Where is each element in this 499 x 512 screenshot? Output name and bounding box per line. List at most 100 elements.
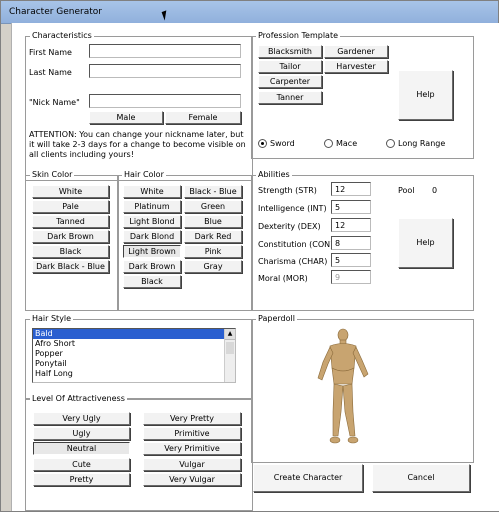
character-paperdoll-figure <box>317 328 369 444</box>
hair-white-button[interactable]: White <box>123 185 181 198</box>
hair-blue-button[interactable]: Blue <box>184 215 242 228</box>
character-generator-window: Character Generator Characteristics Firs… <box>0 0 499 512</box>
cancel-button[interactable]: Cancel <box>372 464 470 492</box>
dialog-content: Characteristics First Name Last Name "Ni… <box>11 23 499 511</box>
list-item[interactable]: Half Long <box>33 369 235 379</box>
window-title: Character Generator <box>9 7 102 17</box>
hair-style-legend: Hair Style <box>30 314 74 323</box>
skin-color-group: Skin Color White Pale Tanned Dark Brown … <box>25 170 119 311</box>
hair-light-brown-button[interactable]: Light Brown <box>123 245 181 258</box>
male-button[interactable]: Male <box>89 111 163 124</box>
hair-style-group: Hair Style Bald Afro Short Popper Ponyta… <box>25 314 253 399</box>
stat-con-label: Constitution (CON) <box>258 240 334 249</box>
profession-tanner-button[interactable]: Tanner <box>258 91 322 104</box>
weapon-long-range-radio[interactable]: Long Range <box>386 139 445 148</box>
stat-char-field[interactable] <box>331 253 371 267</box>
paperdoll-legend: Paperdoll <box>256 314 297 323</box>
abilities-group: Abilities Strength (STR) Intelligence (I… <box>251 170 474 311</box>
pool-label: Pool <box>398 186 415 195</box>
stat-dex-label: Dexterity (DEX) <box>258 222 321 231</box>
radio-empty-icon <box>386 139 395 148</box>
attr-very-primitive-button[interactable]: Very Primitive <box>143 442 241 455</box>
skin-tanned-button[interactable]: Tanned <box>32 215 109 228</box>
stat-dex-field[interactable] <box>331 218 371 232</box>
nick-name-field[interactable] <box>89 94 241 108</box>
hair-gray-button[interactable]: Gray <box>184 260 242 273</box>
radio-empty-icon <box>324 139 333 148</box>
hair-black-button[interactable]: Black <box>123 275 181 288</box>
profession-harvester-button[interactable]: Harvester <box>324 60 388 73</box>
attr-pretty-button[interactable]: Pretty <box>33 473 130 486</box>
profession-carpenter-button[interactable]: Carpenter <box>258 75 322 88</box>
list-item[interactable]: Ponytail <box>33 359 235 369</box>
stat-int-label: Intelligence (INT) <box>258 204 327 213</box>
attr-neutral-button[interactable]: Neutral <box>33 442 130 455</box>
list-item[interactable]: Afro Short <box>33 339 235 349</box>
stat-str-field[interactable] <box>331 182 371 196</box>
stat-mor-label: Moral (MOR) <box>258 274 308 283</box>
attr-primitive-button[interactable]: Primitive <box>143 427 241 440</box>
attr-very-vulgar-button[interactable]: Very Vulgar <box>143 473 241 486</box>
first-name-label: First Name <box>29 48 72 57</box>
skin-dark-brown-button[interactable]: Dark Brown <box>32 230 109 243</box>
attractiveness-group: Level Of Attractiveness Very Ugly Very P… <box>25 394 253 511</box>
weapon-mace-radio[interactable]: Mace <box>324 139 357 148</box>
weapon-sword-radio[interactable]: Sword <box>258 139 295 148</box>
abilities-legend: Abilities <box>256 170 292 179</box>
weapon-long-range-label: Long Range <box>398 139 446 148</box>
skin-color-legend: Skin Color <box>30 170 75 179</box>
profession-tailor-button[interactable]: Tailor <box>258 60 322 73</box>
pool-value: 0 <box>432 186 438 195</box>
hair-color-legend: Hair Color <box>122 170 166 179</box>
stat-char-label: Charisma (CHAR) <box>258 257 328 266</box>
scroll-thumb[interactable] <box>226 342 234 354</box>
hair-dark-brown-button[interactable]: Dark Brown <box>123 260 181 273</box>
weapon-mace-label: Mace <box>336 139 358 148</box>
title-bar[interactable]: Character Generator <box>1 1 498 24</box>
profession-help-button[interactable]: Help <box>398 70 453 120</box>
skin-pale-button[interactable]: Pale <box>32 200 109 213</box>
list-item[interactable]: Popper <box>33 349 235 359</box>
profession-legend: Profession Template <box>256 31 340 40</box>
scroll-up-icon[interactable]: ▲ <box>225 329 235 340</box>
profession-blacksmith-button[interactable]: Blacksmith <box>258 45 322 58</box>
attr-vulgar-button[interactable]: Vulgar <box>143 458 241 471</box>
hair-color-group: Hair Color White Black - Blue Platinum G… <box>117 170 253 311</box>
last-name-label: Last Name <box>29 68 72 77</box>
hair-dark-blond-button[interactable]: Dark Blond <box>123 230 181 243</box>
create-character-button[interactable]: Create Character <box>253 464 363 492</box>
hair-style-scrollbar[interactable]: ▲ <box>224 329 235 382</box>
characteristics-group: Characteristics First Name Last Name "Ni… <box>25 31 253 181</box>
stat-con-field[interactable] <box>331 236 371 250</box>
hair-pink-button[interactable]: Pink <box>184 245 242 258</box>
nick-name-label: "Nick Name" <box>29 98 80 107</box>
weapon-sword-label: Sword <box>270 139 295 148</box>
attr-very-pretty-button[interactable]: Very Pretty <box>143 412 241 425</box>
skin-black-button[interactable]: Black <box>32 245 109 258</box>
attr-cute-button[interactable]: Cute <box>33 458 130 471</box>
last-name-field[interactable] <box>89 64 241 78</box>
list-item[interactable]: Bald <box>33 329 235 339</box>
hair-green-button[interactable]: Green <box>184 200 242 213</box>
first-name-field[interactable] <box>89 44 241 58</box>
profession-template-group: Profession Template Blacksmith Gardener … <box>251 31 474 159</box>
hair-dark-red-button[interactable]: Dark Red <box>184 230 242 243</box>
stat-int-field[interactable] <box>331 200 371 214</box>
hair-light-blond-button[interactable]: Light Blond <box>123 215 181 228</box>
female-button[interactable]: Female <box>165 111 241 124</box>
hair-black-blue-button[interactable]: Black - Blue <box>184 185 242 198</box>
nickname-attention-text: ATTENTION: You can change your nickname … <box>29 130 246 159</box>
attractiveness-legend: Level Of Attractiveness <box>30 394 127 403</box>
attr-ugly-button[interactable]: Ugly <box>33 427 130 440</box>
skin-dark-black-blue-button[interactable]: Dark Black - Blue <box>32 260 109 273</box>
hair-style-list[interactable]: Bald Afro Short Popper Ponytail Half Lon… <box>32 328 236 383</box>
hair-platinum-button[interactable]: Platinum <box>123 200 181 213</box>
stat-mor-field <box>331 270 371 284</box>
radio-selected-icon <box>258 139 267 148</box>
attr-very-ugly-button[interactable]: Very Ugly <box>33 412 130 425</box>
abilities-help-button[interactable]: Help <box>398 218 453 268</box>
skin-white-button[interactable]: White <box>32 185 109 198</box>
stat-str-label: Strength (STR) <box>258 186 317 195</box>
characteristics-legend: Characteristics <box>30 31 94 40</box>
profession-gardener-button[interactable]: Gardener <box>324 45 388 58</box>
